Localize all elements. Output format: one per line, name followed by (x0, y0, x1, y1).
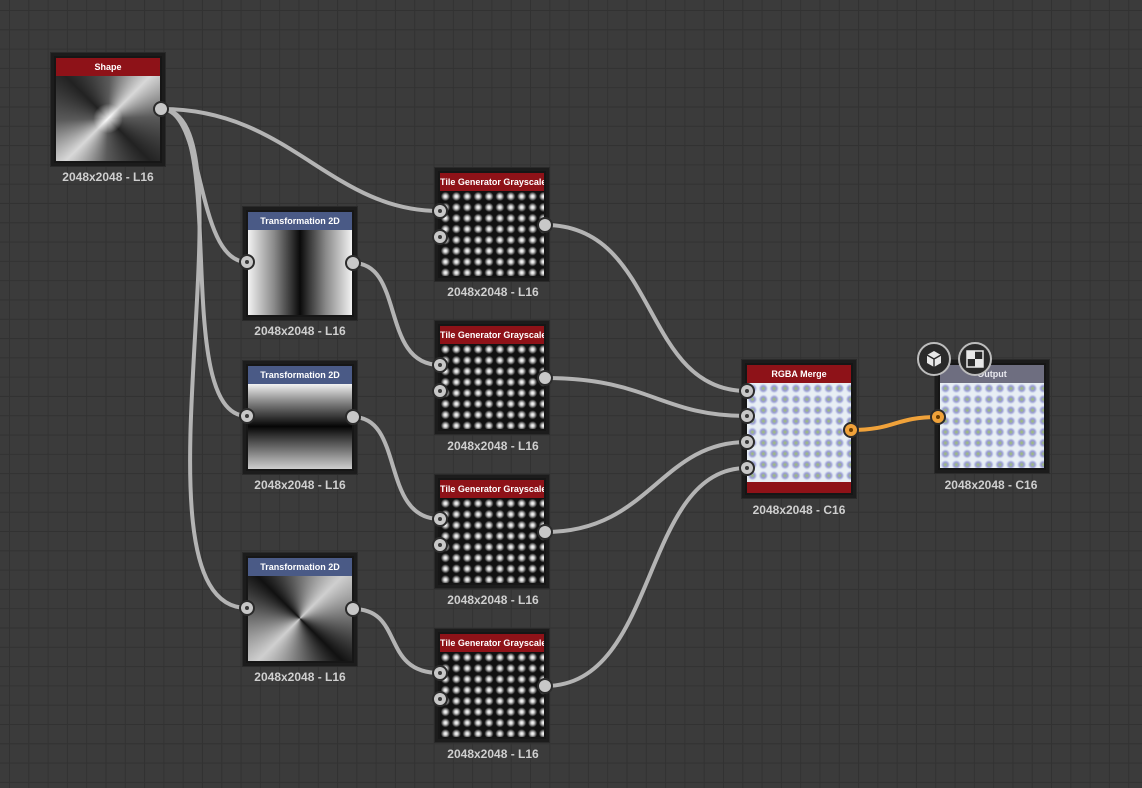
input-port[interactable] (432, 357, 448, 373)
node-title: RGBA Merge (747, 365, 851, 383)
node-resolution-label: 2048x2048 - L16 (254, 324, 346, 338)
wire-shape-to-transform-1 (160, 107, 249, 264)
node-shape[interactable]: Shape (51, 53, 165, 166)
output-port[interactable] (345, 409, 361, 425)
node-thumbnail (440, 652, 544, 737)
node-thumbnail (248, 230, 352, 315)
node-tile-generator-grayscale[interactable]: Tile Generator Grayscale (435, 629, 549, 742)
wire-transform-1-to-tile-2 (351, 261, 442, 367)
node-resolution-label: 2048x2048 - L16 (447, 439, 539, 453)
node-thumbnail (747, 383, 851, 482)
output-port[interactable] (537, 217, 553, 233)
input-port[interactable] (432, 229, 448, 245)
node-title: Transformation 2D (248, 558, 352, 576)
node-tile-generator-grayscale[interactable]: Tile Generator Grayscale (435, 475, 549, 588)
node-title: Transformation 2D (248, 212, 352, 230)
node-transformation-2d[interactable]: Transformation 2D (243, 207, 357, 320)
node-title: Tile Generator Grayscale (440, 634, 544, 652)
wire-shape-to-transform-2 (160, 107, 249, 418)
node-thumbnail (248, 576, 352, 661)
node-thumbnail (440, 498, 544, 583)
input-port[interactable] (432, 203, 448, 219)
input-port-r[interactable] (739, 383, 755, 399)
input-port-g[interactable] (739, 408, 755, 424)
output-port[interactable] (537, 370, 553, 386)
wire-merge-to-output (849, 415, 940, 432)
output-port[interactable] (345, 255, 361, 271)
input-port[interactable] (432, 691, 448, 707)
node-thumbnail (56, 76, 160, 161)
node-thumbnail (440, 191, 544, 276)
input-port[interactable] (239, 254, 255, 270)
view-3d-button[interactable] (917, 342, 951, 376)
node-title: Output (940, 365, 1044, 383)
node-resolution-label: 2048x2048 - L16 (447, 285, 539, 299)
node-resolution-label: 2048x2048 - L16 (254, 670, 346, 684)
input-port[interactable] (432, 537, 448, 553)
node-resolution-label: 2048x2048 - L16 (447, 747, 539, 761)
3d-view-icon (926, 351, 942, 367)
node-footer-bar (747, 482, 851, 493)
wire-transform-2-to-tile-3 (351, 415, 442, 521)
input-port-a[interactable] (739, 460, 755, 476)
node-resolution-label: 2048x2048 - C16 (752, 503, 846, 517)
node-tile-generator-grayscale[interactable]: Tile Generator Grayscale (435, 321, 549, 434)
2d-view-icon (966, 350, 984, 368)
input-port[interactable] (239, 408, 255, 424)
node-output[interactable]: Output (935, 360, 1049, 473)
node-title: Shape (56, 58, 160, 76)
output-port[interactable] (843, 422, 859, 438)
wire-tile-4-to-merge (543, 466, 749, 688)
wire-transform-3-to-tile-4 (351, 607, 442, 675)
wire-tile-3-to-merge (543, 440, 749, 534)
view-2d-button[interactable] (958, 342, 992, 376)
input-port-b[interactable] (739, 434, 755, 450)
node-tile-generator-grayscale[interactable]: Tile Generator Grayscale (435, 168, 549, 281)
node-transformation-2d[interactable]: Transformation 2D (243, 361, 357, 474)
node-title: Tile Generator Grayscale (440, 326, 544, 344)
node-title: Tile Generator Grayscale (440, 480, 544, 498)
output-port[interactable] (153, 101, 169, 117)
output-port[interactable] (537, 524, 553, 540)
input-port[interactable] (239, 600, 255, 616)
output-port[interactable] (345, 601, 361, 617)
node-thumbnail (440, 344, 544, 429)
node-resolution-label: 2048x2048 - L16 (62, 170, 154, 184)
input-port[interactable] (930, 409, 946, 425)
node-thumbnail (940, 383, 1044, 468)
node-thumbnail (248, 384, 352, 469)
node-resolution-label: 2048x2048 - C16 (944, 478, 1038, 492)
node-title: Tile Generator Grayscale (440, 173, 544, 191)
node-resolution-label: 2048x2048 - L16 (254, 478, 346, 492)
input-port[interactable] (432, 383, 448, 399)
node-title: Transformation 2D (248, 366, 352, 384)
node-resolution-label: 2048x2048 - L16 (447, 593, 539, 607)
output-port[interactable] (537, 678, 553, 694)
input-port[interactable] (432, 511, 448, 527)
input-port[interactable] (432, 665, 448, 681)
node-transformation-2d[interactable]: Transformation 2D (243, 553, 357, 666)
node-rgba-merge[interactable]: RGBA Merge (742, 360, 856, 498)
wire-tile-1-to-merge (543, 223, 749, 393)
